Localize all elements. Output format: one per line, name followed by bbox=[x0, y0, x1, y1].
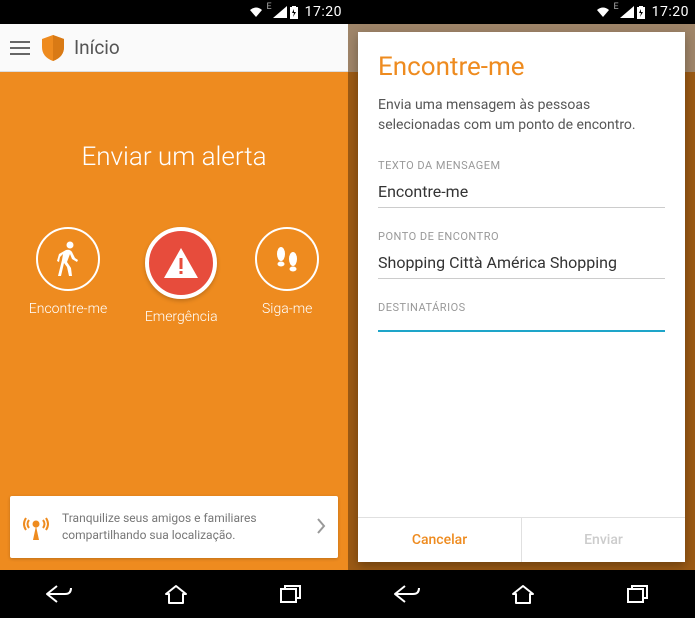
footsteps-icon bbox=[255, 227, 319, 291]
backdrop: Encontre-me Envia uma mensagem às pessoa… bbox=[348, 24, 695, 570]
clock-text: 17:20 bbox=[652, 4, 689, 20]
message-field-label: TEXTO DA MENSAGEM bbox=[378, 159, 665, 172]
back-button[interactable] bbox=[393, 584, 421, 604]
option-label: Emergência bbox=[145, 309, 218, 325]
android-nav-bar bbox=[348, 570, 695, 618]
main-area: Enviar um alerta Encontre-me Emergência bbox=[0, 72, 348, 570]
modal-overlay: Encontre-me Envia uma mensagem às pessoa… bbox=[348, 24, 695, 570]
wifi-icon bbox=[595, 6, 611, 18]
status-bar: E 17:20 bbox=[0, 0, 348, 24]
dialog-title: Encontre-me bbox=[378, 52, 665, 82]
home-button[interactable] bbox=[511, 584, 535, 604]
home-button[interactable] bbox=[164, 584, 188, 604]
alert-options-row: Encontre-me Emergência Siga-me bbox=[0, 227, 348, 325]
option-label: Siga-me bbox=[262, 301, 312, 317]
wifi-icon bbox=[248, 6, 264, 18]
phone-right: E 17:20 Encontre-me Envia uma mensagem à… bbox=[348, 0, 695, 618]
hamburger-icon[interactable] bbox=[8, 37, 32, 59]
option-label: Encontre-me bbox=[29, 301, 107, 317]
send-button[interactable]: Enviar bbox=[522, 518, 685, 562]
dialog-actions: Cancelar Enviar bbox=[358, 517, 685, 562]
recents-button[interactable] bbox=[626, 584, 650, 604]
battery-icon bbox=[637, 6, 645, 19]
walk-icon bbox=[36, 227, 100, 291]
network-type-label: E bbox=[614, 2, 619, 12]
dialog-body: Encontre-me Envia uma mensagem às pessoa… bbox=[358, 32, 685, 517]
app-header: Início bbox=[0, 24, 348, 72]
clock-text: 17:20 bbox=[305, 4, 342, 20]
status-bar: E 17:20 bbox=[348, 0, 695, 24]
alert-heading: Enviar um alerta bbox=[0, 142, 348, 172]
screenshot-pair: E 17:20 Início Enviar um alerta bbox=[0, 0, 695, 618]
phone-left: E 17:20 Início Enviar um alerta bbox=[0, 0, 348, 618]
battery-icon bbox=[290, 6, 298, 19]
app-logo-icon bbox=[42, 35, 64, 61]
chevron-right-icon bbox=[316, 515, 326, 539]
option-find-me[interactable]: Encontre-me bbox=[29, 227, 107, 325]
place-input[interactable]: Shopping Città América Shopping bbox=[378, 249, 665, 279]
option-follow-me[interactable]: Siga-me bbox=[255, 227, 319, 325]
card-text: Tranquilize seus amigos e familiares com… bbox=[62, 510, 304, 544]
network-type-label: E bbox=[267, 2, 272, 12]
recipients-field-label: DESTINATÁRIOS bbox=[378, 301, 665, 314]
location-broadcast-icon bbox=[22, 512, 50, 542]
recents-button[interactable] bbox=[279, 584, 303, 604]
alert-triangle-icon bbox=[145, 227, 217, 299]
recipients-input[interactable] bbox=[378, 320, 665, 332]
cell-signal-icon bbox=[273, 6, 287, 18]
android-nav-bar bbox=[0, 570, 348, 618]
share-location-card[interactable]: Tranquilize seus amigos e familiares com… bbox=[10, 496, 338, 558]
place-field-label: PONTO DE ENCONTRO bbox=[378, 230, 665, 243]
option-emergency[interactable]: Emergência bbox=[145, 227, 218, 325]
cancel-button[interactable]: Cancelar bbox=[358, 518, 522, 562]
cell-signal-icon bbox=[620, 6, 634, 18]
back-button[interactable] bbox=[45, 584, 73, 604]
page-title: Início bbox=[74, 36, 120, 59]
dialog-description: Envia uma mensagem às pessoas selecionad… bbox=[378, 96, 665, 135]
find-me-dialog: Encontre-me Envia uma mensagem às pessoa… bbox=[358, 32, 685, 562]
message-input[interactable]: Encontre-me bbox=[378, 178, 665, 208]
